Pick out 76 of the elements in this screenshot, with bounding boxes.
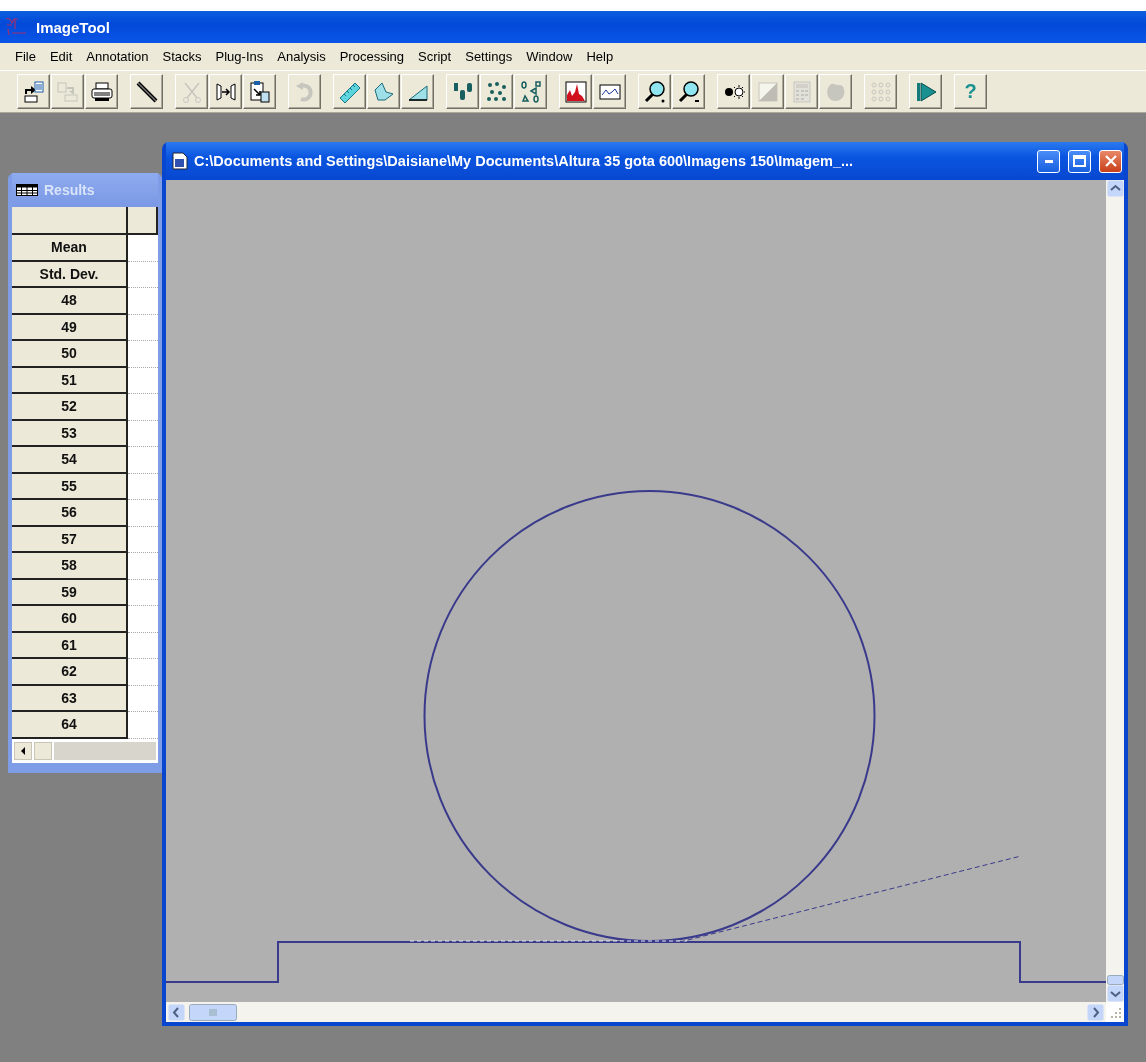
toolbar-button[interactable]: [401, 74, 434, 109]
scroll-left-icon[interactable]: [14, 741, 32, 760]
row-header: 58: [12, 553, 128, 580]
horizontal-scrollbar[interactable]: [12, 738, 158, 763]
row-header: 52: [12, 394, 128, 421]
vertical-scrollbar[interactable]: [1106, 180, 1124, 1002]
gradient-icon: [755, 79, 780, 104]
zoom-in-icon: [642, 79, 667, 104]
row-header: 53: [12, 420, 128, 447]
zoom-out-icon: [676, 79, 701, 104]
row-header: Mean: [12, 235, 128, 262]
row-header: 51: [12, 367, 128, 394]
menu-item[interactable]: Stacks: [155, 47, 209, 66]
menu-item[interactable]: Script: [411, 47, 459, 66]
menu-item[interactable]: Edit: [42, 47, 80, 66]
row-header: 61: [12, 632, 128, 659]
row-header: 62: [12, 659, 128, 686]
column-header: [128, 207, 158, 235]
toolbar-button[interactable]: [85, 74, 118, 109]
row-header: 48: [12, 288, 128, 315]
toolbar-button[interactable]: [717, 74, 750, 109]
scroll-thumb[interactable]: [34, 741, 52, 760]
toolbar-button[interactable]: [514, 74, 547, 109]
menu-item[interactable]: Analysis: [270, 47, 333, 66]
maximize-button[interactable]: [1068, 149, 1091, 173]
image-file-icon: [172, 152, 188, 170]
scroll-up-icon[interactable]: [1106, 180, 1124, 197]
toolbar-button[interactable]: [480, 74, 513, 109]
row-header: 49: [12, 314, 128, 341]
row-header: Std. Dev.: [12, 261, 128, 288]
toolbar-button[interactable]: [243, 74, 276, 109]
scroll-down-icon[interactable]: [1106, 985, 1124, 1002]
copy-file-icon: [55, 79, 80, 104]
menu-item[interactable]: Annotation: [79, 47, 156, 66]
minimize-icon: [1044, 159, 1053, 163]
row-header: 50: [12, 341, 128, 368]
row-header: 64: [12, 712, 128, 739]
menu-item[interactable]: Plug-Ins: [208, 47, 271, 66]
row-header: 56: [12, 500, 128, 527]
row-header: 55: [12, 473, 128, 500]
printer-icon: [89, 79, 114, 104]
histogram-icon: [563, 79, 588, 104]
horizontal-scrollbar[interactable]: [166, 1002, 1106, 1022]
row-header: 57: [12, 526, 128, 553]
paste-icon: [247, 79, 272, 104]
table-icon: [16, 184, 38, 196]
dot-matrix-icon: [868, 79, 893, 104]
pencil-icon: [134, 79, 159, 104]
row-header: 54: [12, 447, 128, 474]
window-title: C:\Documents and Settings\Daisiane\My Documents\Altura 35 gota 600\Imagens 150\Imagem_...: [194, 153, 855, 169]
menu-item[interactable]: Settings: [458, 47, 520, 66]
toolbar-button[interactable]: [130, 74, 163, 109]
shapes-icon: [518, 79, 543, 104]
toolbar-button[interactable]: [446, 74, 479, 109]
toolbar-button[interactable]: [638, 74, 671, 109]
scroll-thumb[interactable]: [189, 1003, 237, 1021]
row-header: 60: [12, 606, 128, 633]
row-header: 63: [12, 685, 128, 712]
menu-item[interactable]: Help: [579, 47, 621, 66]
toolbar-button[interactable]: [17, 74, 50, 109]
minimize-button[interactable]: [1037, 149, 1060, 173]
window-title: Results: [44, 182, 95, 198]
dots-icon: [484, 79, 509, 104]
row-header: 59: [12, 579, 128, 606]
scroll-right-icon[interactable]: [1087, 1003, 1104, 1021]
menu-item[interactable]: File: [8, 47, 43, 66]
open-file-icon: [21, 79, 46, 104]
menu-item[interactable]: Window: [519, 47, 580, 66]
toolbar-button[interactable]: [672, 74, 705, 109]
scroll-thumb[interactable]: [1106, 975, 1124, 985]
menu-item[interactable]: Processing: [332, 47, 411, 66]
app-title: ImageTool: [36, 18, 110, 36]
maximize-icon: [1073, 155, 1086, 167]
close-button[interactable]: [1099, 149, 1122, 173]
close-icon: [1104, 155, 1117, 167]
toolbar-button[interactable]: [209, 74, 242, 109]
